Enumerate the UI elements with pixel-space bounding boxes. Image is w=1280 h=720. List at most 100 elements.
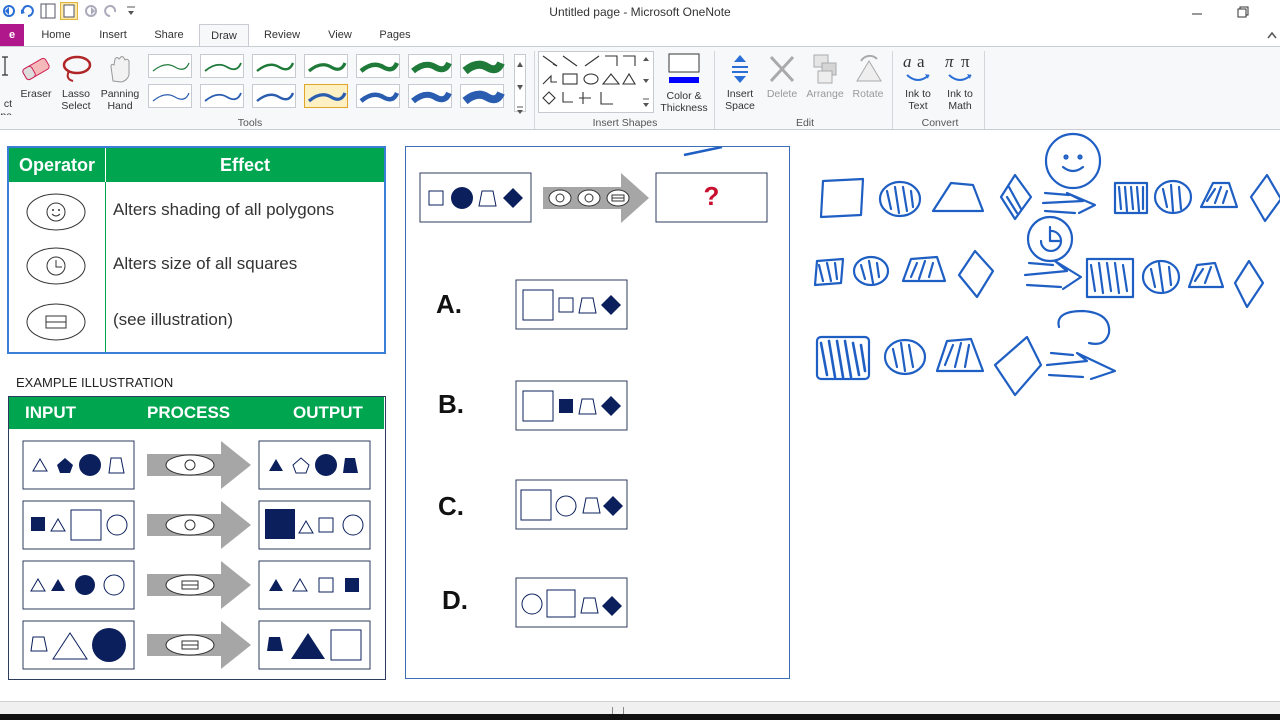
- insert-space-label-1: Insert: [726, 88, 754, 100]
- option-a-label[interactable]: A.: [436, 289, 462, 320]
- shapes-icon[interactable]: [539, 52, 643, 112]
- full-page-view-icon[interactable]: [60, 2, 78, 20]
- input-header: INPUT: [25, 403, 76, 422]
- forward-icon[interactable]: [84, 4, 98, 18]
- quick-access-dropdown-icon[interactable]: [126, 5, 136, 17]
- operator-table: Operator Effect Alters shading of all po…: [7, 146, 386, 354]
- tab-review[interactable]: Review: [258, 24, 306, 46]
- pen-gallery: [146, 52, 530, 114]
- pen-blue-thickest[interactable]: [460, 84, 505, 108]
- panning-label-2: Hand: [107, 100, 133, 112]
- shapes-scroll-icon[interactable]: [640, 53, 652, 111]
- column-divider: [105, 182, 106, 352]
- ink-to-math-button[interactable]: ππ Ink to Math: [940, 52, 980, 112]
- insert-space-button[interactable]: Insert Space: [720, 53, 760, 112]
- undo-icon[interactable]: [20, 4, 34, 18]
- option-d-label[interactable]: D.: [442, 585, 468, 616]
- normal-view-icon[interactable]: [40, 3, 56, 19]
- color-thickness-button[interactable]: Color & Thickness: [656, 53, 712, 114]
- arrange-label: Arrange: [806, 88, 844, 100]
- tab-share[interactable]: Share: [148, 24, 190, 46]
- eraser-icon: [22, 57, 50, 81]
- color-label-2: Thickness: [660, 102, 708, 114]
- hand-icon: [110, 56, 130, 83]
- edit-group-label: Edit: [795, 117, 815, 129]
- insert-shapes-gallery: [538, 51, 654, 113]
- lasso-select-button[interactable]: Lasso Select: [56, 53, 96, 112]
- effect-row-2: Alters size of all squares: [113, 254, 298, 273]
- rotate-button[interactable]: Rotate: [848, 53, 888, 100]
- pen-blue-thicker[interactable]: [408, 84, 452, 108]
- taskbar-edge: [0, 714, 1280, 720]
- pen-blue-selected[interactable]: [304, 84, 348, 108]
- option-c-label[interactable]: C.: [438, 491, 464, 522]
- separator: [534, 51, 535, 129]
- rotate-icon: [856, 54, 882, 82]
- arrange-button[interactable]: Arrange: [802, 53, 848, 100]
- process-header: PROCESS: [147, 403, 231, 422]
- panning-label-1: Panning: [100, 88, 140, 100]
- pen-blue-thin-2[interactable]: [200, 84, 244, 108]
- lasso-label-2: Select: [61, 100, 91, 112]
- text-cursor-icon: [2, 56, 8, 76]
- window-title: Untitled page - Microsoft OneNote: [549, 5, 731, 19]
- eraser-button[interactable]: Eraser: [16, 53, 56, 100]
- pen-gallery-scroll[interactable]: [514, 54, 526, 114]
- convert-group-label: Convert: [921, 117, 959, 129]
- illustration-header: INPUT PROCESS OUTPUT: [9, 397, 384, 429]
- svg-text:π: π: [945, 53, 954, 71]
- pen-green-thick[interactable]: [356, 54, 400, 78]
- ink-to-text-button[interactable]: aa Ink to Text: [898, 52, 938, 112]
- pen-green-medium[interactable]: [252, 54, 296, 78]
- pen-green-thickest[interactable]: [460, 54, 505, 78]
- gallery-more-icon[interactable]: [515, 101, 525, 119]
- redo-icon[interactable]: [104, 4, 118, 18]
- pen-blue-thin[interactable]: [148, 84, 192, 108]
- tab-pages[interactable]: Pages: [372, 24, 418, 46]
- delete-button[interactable]: Delete: [762, 53, 802, 100]
- tab-insert[interactable]: Insert: [92, 24, 134, 46]
- delete-icon: [769, 55, 795, 83]
- pen-green-thin-2[interactable]: [200, 54, 244, 78]
- pen-green-medium-2[interactable]: [304, 54, 348, 78]
- stack-icon: [26, 303, 86, 341]
- ribbon-collapse-icon[interactable]: [1266, 30, 1278, 40]
- effect-row-1: Alters shading of all polygons: [113, 200, 335, 219]
- scroll-down-icon[interactable]: [515, 78, 525, 96]
- tab-file[interactable]: e: [0, 24, 24, 46]
- scroll-up-icon[interactable]: [515, 55, 525, 73]
- svg-text:a: a: [903, 53, 912, 71]
- page-canvas[interactable]: Operator Effect Alters shading of all po…: [0, 131, 1280, 701]
- ink-drawing[interactable]: [805, 131, 1280, 411]
- insert-space-icon: [732, 55, 748, 83]
- pen-green-thin[interactable]: [148, 54, 192, 78]
- option-b-label[interactable]: B.: [438, 389, 464, 420]
- clock-icon: [26, 247, 86, 285]
- ink-to-math-label-1: Ink to: [947, 88, 973, 100]
- restore-icon[interactable]: [1237, 6, 1249, 18]
- tab-view[interactable]: View: [320, 24, 360, 46]
- operator-table-header: Operator Effect: [9, 148, 384, 182]
- lasso-label-1: Lasso: [61, 88, 91, 100]
- pen-green-thicker[interactable]: [408, 54, 452, 78]
- ink-to-math-label-2: Math: [948, 100, 972, 112]
- select-label-2: pe: [0, 110, 12, 115]
- tab-home[interactable]: Home: [36, 24, 76, 46]
- separator: [892, 51, 893, 129]
- ink-to-text-label-1: Ink to: [905, 88, 931, 100]
- select-type-button[interactable]: ct pe: [0, 55, 12, 115]
- minimize-icon[interactable]: [1192, 8, 1202, 18]
- illustration-table: INPUT PROCESS OUTPUT: [8, 396, 386, 680]
- select-label-1: ct: [3, 98, 12, 110]
- smiley-icon: [26, 193, 86, 231]
- question-panel: ? A. B. C. D.: [405, 146, 790, 679]
- insert-shapes-group-label: Insert Shapes: [592, 117, 658, 129]
- eraser-label: Eraser: [20, 88, 52, 100]
- rotate-label: Rotate: [852, 88, 884, 100]
- tab-draw[interactable]: Draw: [199, 24, 249, 47]
- panning-hand-button[interactable]: Panning Hand: [96, 53, 144, 112]
- pen-blue-medium[interactable]: [252, 84, 296, 108]
- back-icon[interactable]: [2, 4, 16, 18]
- ink-to-text-icon: aa: [903, 52, 930, 81]
- pen-blue-thick[interactable]: [356, 84, 400, 108]
